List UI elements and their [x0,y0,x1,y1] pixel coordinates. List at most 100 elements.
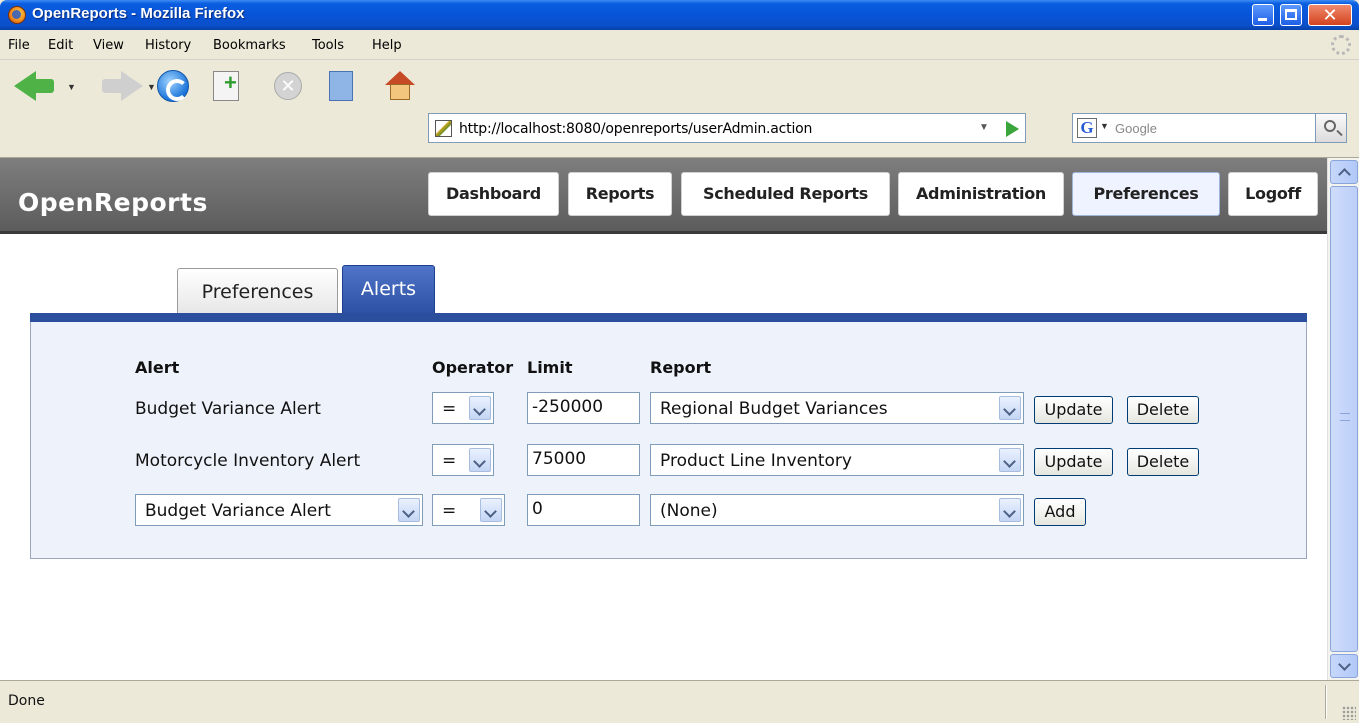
new-limit-input[interactable]: 0 [527,494,640,526]
back-history-dropdown-icon[interactable]: ▼ [67,82,76,92]
chevron-down-icon[interactable] [469,396,491,420]
delete-button[interactable]: Delete [1127,448,1199,476]
alert-name-label: Motorcycle Inventory Alert [135,451,361,471]
stop-icon[interactable]: ✕ [274,72,302,100]
menu-help[interactable]: Help [372,38,402,53]
menu-edit[interactable]: Edit [48,38,73,53]
status-divider [1325,685,1327,719]
url-text[interactable]: http://localhost:8080/openreports/userAd… [459,121,812,137]
new-tab-icon[interactable] [213,70,239,101]
menu-history[interactable]: History [145,38,191,53]
update-button[interactable]: Update [1034,448,1113,476]
bookmarks-icon[interactable] [329,71,353,101]
header-report: Report [650,358,712,377]
vertical-scrollbar[interactable] [1327,158,1359,680]
site-favicon-icon [435,120,452,137]
operator-value: = [442,399,457,419]
throbber-icon [1331,35,1351,55]
chevron-down-icon[interactable] [999,498,1021,522]
report-select[interactable]: Regional Budget Variances [650,392,1024,424]
resize-grip-icon[interactable] [1342,706,1356,720]
new-operator-select[interactable]: = [432,494,505,526]
forward-history-dropdown-icon[interactable]: ▼ [147,82,156,92]
new-operator-value: = [442,501,457,521]
report-value: Product Line Inventory [660,451,852,471]
new-report-value: (None) [660,501,718,521]
menu-view[interactable]: View [93,38,124,53]
nav-logoff-button[interactable]: Logoff [1228,172,1318,216]
nav-dashboard-button[interactable]: Dashboard [428,172,559,216]
navigation-toolbar [0,60,1359,158]
limit-input[interactable]: 75000 [527,444,640,476]
search-button[interactable] [1315,113,1347,143]
firefox-logo-icon [8,6,26,24]
reload-icon[interactable] [157,70,189,102]
close-button[interactable]: ✕ [1308,4,1352,26]
maximize-icon [1285,9,1297,20]
home-body [390,84,410,100]
tab-preferences[interactable]: Preferences [177,268,338,313]
delete-button[interactable]: Delete [1127,396,1199,424]
home-icon[interactable] [385,71,415,101]
menu-bookmarks[interactable]: Bookmarks [213,38,286,53]
tab-alerts[interactable]: Alerts [342,265,435,313]
magnifier-icon [1324,120,1336,132]
header-limit: Limit [527,358,573,377]
scroll-up-button[interactable] [1330,160,1358,184]
scroll-grip-icon [1340,413,1350,421]
nav-preferences-button[interactable]: Preferences [1072,172,1220,216]
nav-administration-button[interactable]: Administration [898,172,1064,216]
status-bar: Done [0,680,1359,723]
back-button[interactable] [34,79,54,93]
alert-name-label: Budget Variance Alert [135,399,321,419]
chevron-down-icon[interactable] [999,396,1021,420]
header-operator: Operator [432,358,514,377]
back-arrow-icon[interactable] [14,71,36,101]
operator-select[interactable]: = [432,392,494,424]
chevron-down-icon[interactable] [469,448,491,472]
new-alert-value: Budget Variance Alert [145,501,331,521]
url-bar[interactable]: http://localhost:8080/openreports/userAd… [428,113,1026,143]
google-engine-icon[interactable]: G [1077,118,1097,138]
nav-scheduled-reports-button[interactable]: Scheduled Reports [681,172,890,216]
chevron-down-icon[interactable] [398,498,420,522]
menu-tools[interactable]: Tools [312,38,344,53]
page-viewport: OpenReports Dashboard Reports Scheduled … [0,158,1341,680]
scroll-thumb[interactable] [1330,186,1358,652]
new-alert-select[interactable]: Budget Variance Alert [135,494,423,526]
app-logo: OpenReports [18,188,208,217]
forward-button[interactable] [102,79,122,93]
update-button[interactable]: Update [1034,396,1113,424]
menu-bar: File Edit View History Bookmarks Tools H… [0,30,1359,60]
scroll-down-button[interactable] [1330,654,1358,678]
nav-reports-button[interactable]: Reports [568,172,672,216]
limit-input[interactable]: -250000 [527,392,640,424]
search-bar[interactable]: G ▼ Google [1072,113,1347,143]
operator-value: = [442,451,457,471]
chevron-down-icon[interactable] [999,448,1021,472]
forward-arrow-icon[interactable] [121,71,143,101]
report-value: Regional Budget Variances [660,399,888,419]
add-button[interactable]: Add [1034,498,1086,526]
go-button-icon[interactable] [1006,121,1019,137]
minimize-icon [1258,18,1267,21]
header-alert: Alert [135,358,180,377]
report-select[interactable]: Product Line Inventory [650,444,1024,476]
minimize-button[interactable] [1252,4,1274,26]
status-text: Done [8,693,45,709]
browser-window: OpenReports - Mozilla Firefox ✕ File Edi… [0,0,1359,723]
close-icon: ✕ [1322,5,1338,25]
maximize-button[interactable] [1280,4,1302,26]
menu-file[interactable]: File [8,38,30,53]
operator-select[interactable]: = [432,444,494,476]
home-roof [385,71,415,85]
search-input[interactable]: Google [1115,121,1157,136]
tab-panel-border [30,313,1307,322]
title-bar[interactable]: OpenReports - Mozilla Firefox ✕ [0,0,1359,30]
url-history-dropdown-icon[interactable]: ▼ [975,118,993,138]
window-title: OpenReports - Mozilla Firefox [32,5,245,22]
new-report-select[interactable]: (None) [650,494,1024,526]
app-header: OpenReports Dashboard Reports Scheduled … [0,158,1341,234]
chevron-down-icon[interactable] [480,498,502,522]
search-engine-dropdown-icon[interactable]: ▼ [1100,121,1109,131]
